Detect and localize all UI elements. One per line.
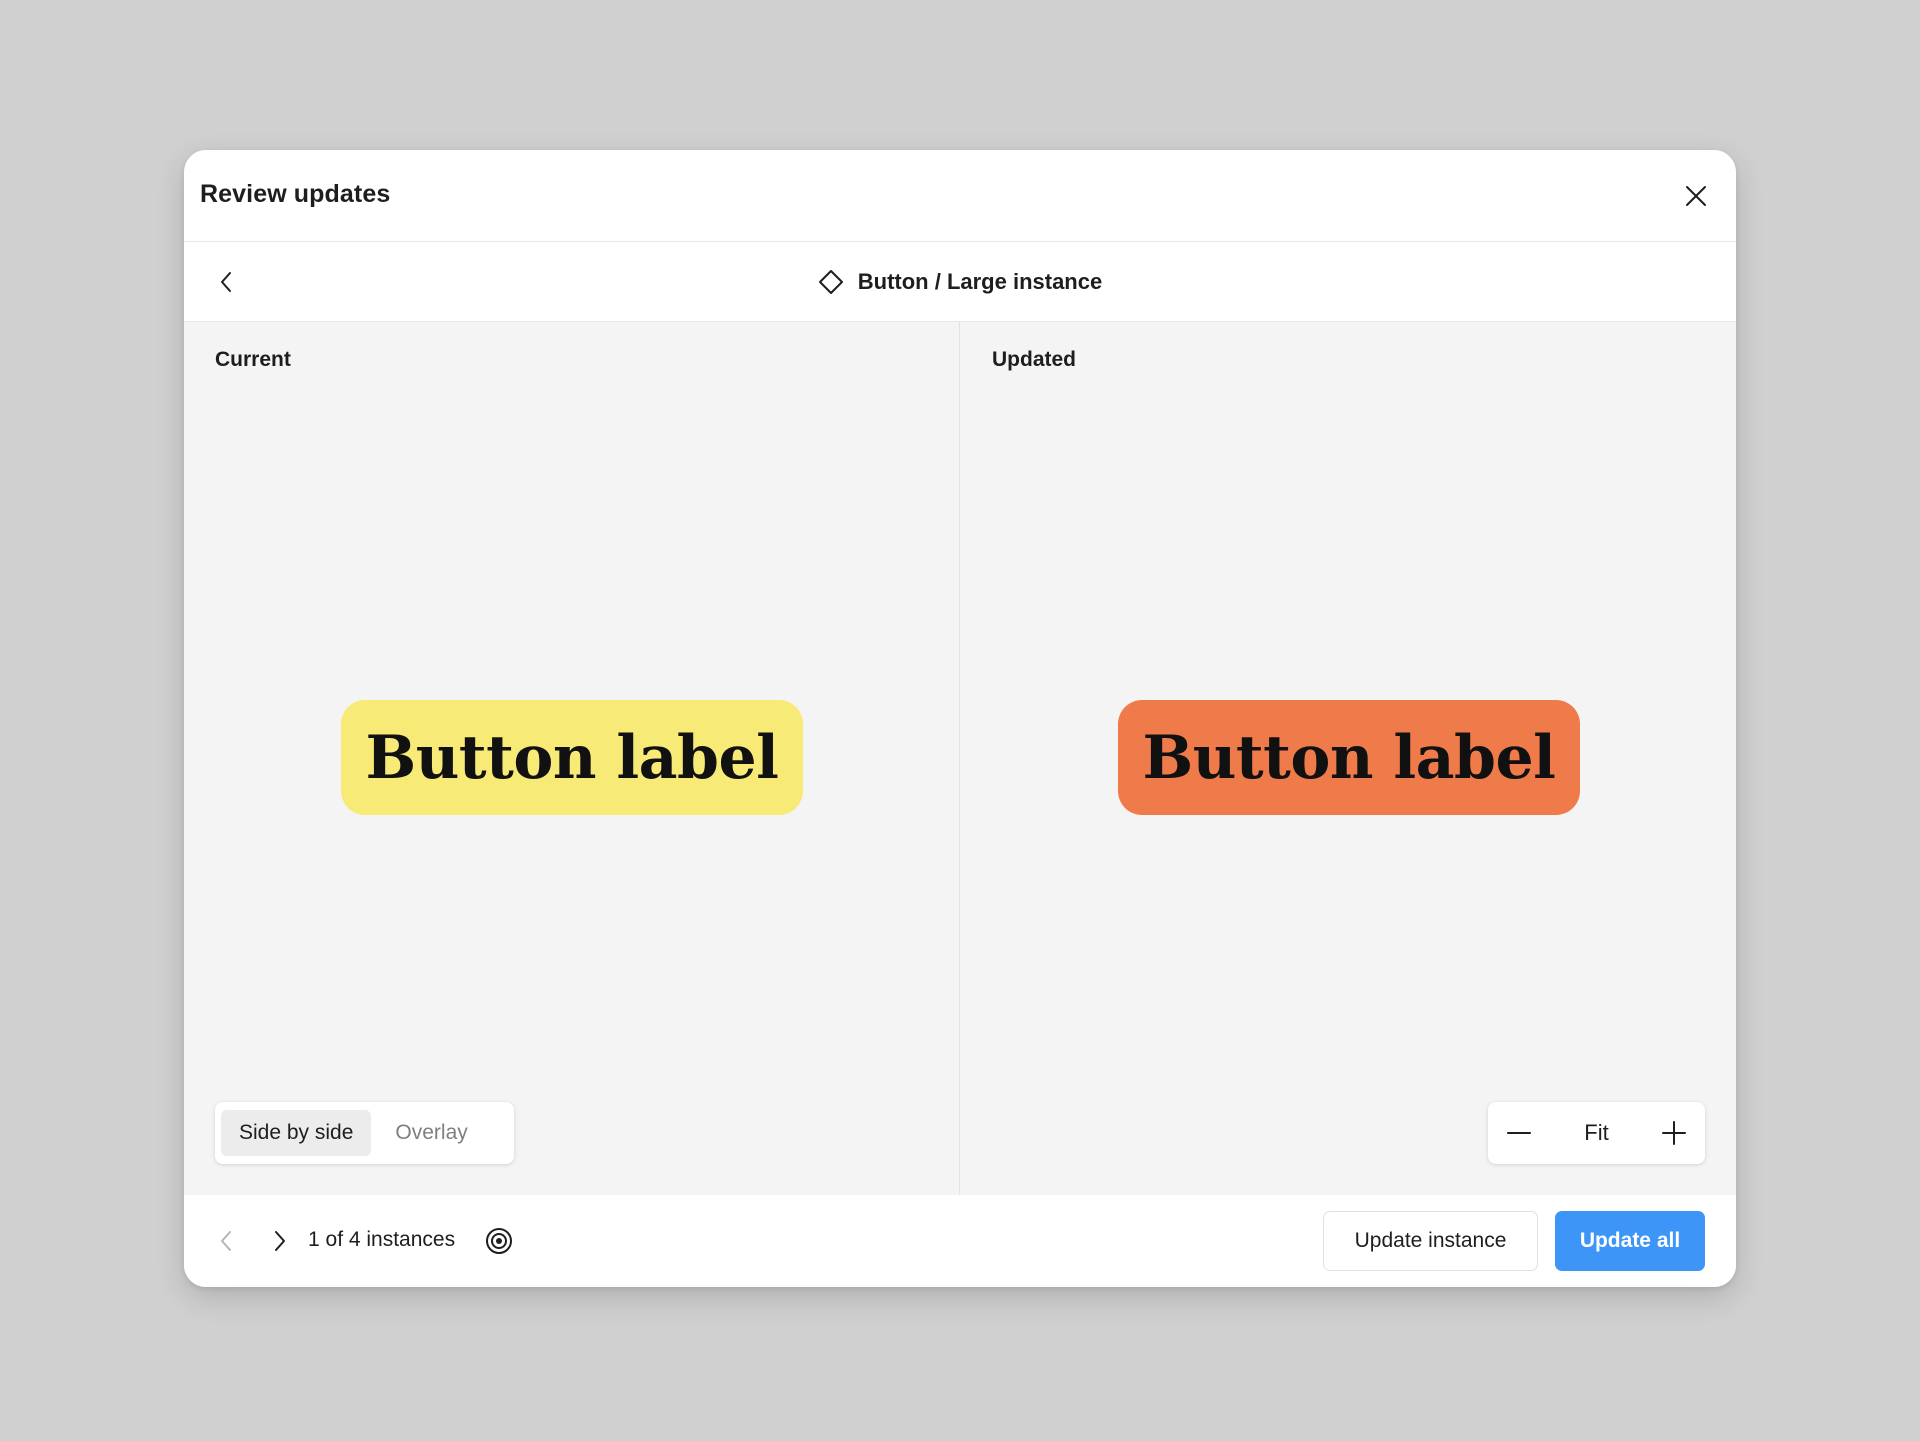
updated-pane: Updated Button label Fit [961, 322, 1736, 1195]
previous-instance-button[interactable] [208, 1223, 244, 1259]
close-button[interactable] [1678, 178, 1714, 214]
select-instance-button[interactable] [481, 1223, 517, 1259]
close-icon [1686, 186, 1706, 206]
target-icon [486, 1228, 512, 1254]
component-title: Button / Large instance [184, 242, 1736, 322]
component-header: Button / Large instance [184, 242, 1736, 322]
overlay-option[interactable]: Overlay [377, 1110, 485, 1156]
zoom-control: Fit [1488, 1102, 1705, 1164]
update-all-button[interactable]: Update all [1555, 1211, 1705, 1271]
current-pane: Current Button label Side by side Overla… [184, 322, 960, 1195]
dialog-title: Review updates [200, 180, 391, 208]
update-instance-button[interactable]: Update instance [1323, 1211, 1538, 1271]
minus-icon [1507, 1132, 1531, 1134]
zoom-in-button[interactable] [1655, 1114, 1693, 1152]
zoom-out-button[interactable] [1500, 1114, 1538, 1152]
zoom-level[interactable]: Fit [1584, 1120, 1608, 1146]
updated-preview-button: Button label [1118, 700, 1580, 815]
chevron-right-icon [275, 1231, 285, 1251]
review-updates-dialog: Review updates Button / Large instance C… [184, 150, 1736, 1287]
view-mode-toggle: Side by side Overlay [215, 1102, 514, 1164]
component-diamond-icon [818, 270, 843, 294]
component-name: Button / Large instance [857, 269, 1103, 294]
updated-label: Updated [992, 348, 1076, 371]
plus-icon [1661, 1121, 1686, 1145]
chevron-left-icon [221, 1231, 231, 1251]
current-label: Current [215, 348, 291, 371]
instance-count: 1 of 4 instances [308, 1228, 456, 1251]
next-instance-button[interactable] [262, 1223, 298, 1259]
side-by-side-option[interactable]: Side by side [221, 1110, 372, 1156]
comparison-area: Current Button label Side by side Overla… [184, 322, 1736, 1195]
dialog-header: Review updates [184, 150, 1736, 242]
current-preview-button: Button label [341, 700, 803, 815]
dialog-footer: 1 of 4 instances Update instance Update … [184, 1195, 1736, 1287]
